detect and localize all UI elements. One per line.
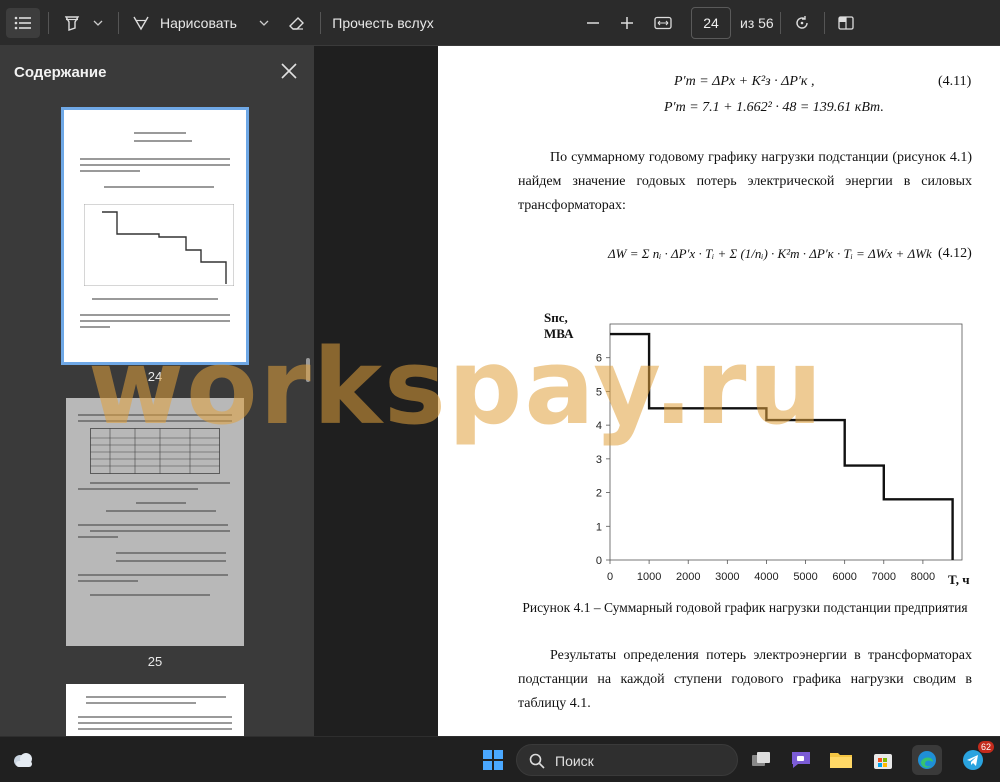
fit-width-icon xyxy=(654,16,672,30)
chevron-down-icon xyxy=(93,20,103,26)
book-icon xyxy=(838,16,854,30)
search-label: Поиск xyxy=(555,753,594,769)
page-view-button[interactable] xyxy=(832,8,860,38)
x-tick-label: 3000 xyxy=(715,571,739,583)
table-of-contents-button[interactable] xyxy=(6,8,40,38)
telegram-button[interactable]: 62 xyxy=(958,741,994,775)
chart-series-line xyxy=(610,332,954,560)
cloud-icon xyxy=(14,753,32,767)
pdf-page: P′m = ΔPx + K²з · ΔP′к , (4.11) P′m = 7.… xyxy=(438,46,1000,736)
task-view-button[interactable] xyxy=(746,745,776,775)
taskbar-search[interactable]: Поиск xyxy=(516,744,738,776)
close-icon xyxy=(281,63,297,79)
toolbar-divider xyxy=(780,12,781,34)
zoom-out-button[interactable] xyxy=(580,8,606,38)
thumbnail-page-number: 25 xyxy=(147,654,163,669)
taskbar: Поиск 62 xyxy=(0,736,1000,782)
rotate-button[interactable] xyxy=(788,8,816,38)
rotate-icon xyxy=(796,16,808,29)
chat-app-button[interactable] xyxy=(786,745,816,775)
page-number-input[interactable] xyxy=(691,7,731,39)
toolbar-divider xyxy=(48,12,49,34)
chart-x-label: T, ч xyxy=(948,572,970,587)
document-view: P′m = ΔPx + K²з · ΔP′к , (4.11) P′m = 7.… xyxy=(314,46,1000,736)
x-tick-label: 0 xyxy=(607,571,613,583)
edge-browser-button[interactable] xyxy=(912,745,942,775)
y-tick-label: 5 xyxy=(596,386,602,398)
eraser-icon xyxy=(289,17,304,30)
formula-4-11-line1: P′m = ΔPx + K²з · ΔP′к , xyxy=(674,74,815,89)
store-icon xyxy=(874,754,892,769)
store-button[interactable] xyxy=(868,745,898,775)
toolbar-divider xyxy=(118,12,119,34)
x-tick-label: 6000 xyxy=(832,571,856,583)
close-sidebar-button[interactable] xyxy=(278,60,300,82)
x-tick-label: 2000 xyxy=(676,571,700,583)
y-tick-label: 6 xyxy=(596,353,602,365)
formula-4-11-line2: P′m = 7.1 + 1.662² · 48 = 139.61 кВт. xyxy=(664,100,884,115)
y-tick-label: 3 xyxy=(596,454,602,466)
read-aloud-label: Прочесть вслух xyxy=(332,15,434,31)
thumbnail-page-number: 24 xyxy=(147,369,163,384)
y-tick-label: 2 xyxy=(596,488,602,500)
draw-button[interactable]: Нарисовать xyxy=(132,8,252,38)
chart-plot-area xyxy=(609,323,963,561)
load-chart: Sпс, МВА 0 1 2 3 4 5 6 0 1000 2000 3000 4000 5000 60… xyxy=(544,310,970,587)
toolbar-divider xyxy=(320,12,321,34)
zoom-in-button[interactable] xyxy=(614,8,640,38)
file-explorer-button[interactable] xyxy=(826,745,856,775)
task-view-icon xyxy=(752,752,770,766)
page-thumbnail-25[interactable] xyxy=(66,398,244,646)
chart-y-label-unit: МВА xyxy=(544,326,574,341)
y-tick-label: 1 xyxy=(596,521,602,533)
highlight-button[interactable] xyxy=(58,8,86,38)
thumbnail-table xyxy=(90,428,220,474)
folder-icon xyxy=(830,753,852,768)
x-tick-label: 1000 xyxy=(637,571,661,583)
draw-options-button[interactable] xyxy=(254,8,274,38)
x-tick-label: 7000 xyxy=(872,571,896,583)
weather-widget[interactable] xyxy=(8,745,38,775)
y-tick-label: 0 xyxy=(596,555,602,567)
toolbar-divider xyxy=(824,12,825,34)
paragraph-2: Результаты определения потерь электроэне… xyxy=(518,648,972,711)
page-thumbnail-24[interactable] xyxy=(61,107,249,365)
highlighter-icon xyxy=(64,16,80,31)
x-tick-label: 4000 xyxy=(754,571,778,583)
contents-sidebar: Содержание 24 25 xyxy=(0,46,314,736)
chat-icon xyxy=(792,752,810,768)
page-total: из 56 xyxy=(740,15,774,31)
x-tick-label: 5000 xyxy=(793,571,817,583)
draw-label: Нарисовать xyxy=(160,15,237,31)
formula-4-12: ΔW = Σ nᵢ · ΔP′x · Tᵢ + Σ (1/nᵢ) · K²m ·… xyxy=(608,246,932,261)
windows-icon xyxy=(483,750,503,770)
paragraph-1: По суммарному годовому графику нагрузки … xyxy=(518,150,972,213)
equation-number-4-11: (4.11) xyxy=(938,74,972,89)
start-button[interactable] xyxy=(478,745,508,775)
read-aloud-button[interactable]: Прочесть вслух xyxy=(328,8,438,38)
notification-badge: 62 xyxy=(977,741,994,753)
draw-icon xyxy=(133,16,149,31)
search-icon xyxy=(529,753,545,769)
y-tick-label: 4 xyxy=(596,420,602,432)
chart-y-label: Sпс, xyxy=(544,310,568,325)
sidebar-scrollbar[interactable] xyxy=(306,358,310,382)
list-icon xyxy=(14,16,31,30)
sidebar-title: Содержание xyxy=(14,64,107,81)
figure-caption: Рисунок 4.1 – Суммарный годовой график н… xyxy=(522,600,968,615)
thumbnail-chart xyxy=(84,204,234,286)
chevron-down-icon xyxy=(259,20,269,26)
highlight-options-button[interactable] xyxy=(88,8,108,38)
page-thumbnail-26[interactable] xyxy=(66,684,244,736)
equation-number-4-12: (4.12) xyxy=(938,246,972,261)
toolbar: Нарисовать Прочесть вслух из 56 xyxy=(0,0,1000,46)
eraser-button[interactable] xyxy=(282,8,310,38)
x-tick-label: 8000 xyxy=(911,571,935,583)
edge-icon xyxy=(918,751,936,769)
fit-width-button[interactable] xyxy=(649,8,677,38)
minus-icon xyxy=(587,22,599,24)
plus-icon xyxy=(621,17,633,29)
